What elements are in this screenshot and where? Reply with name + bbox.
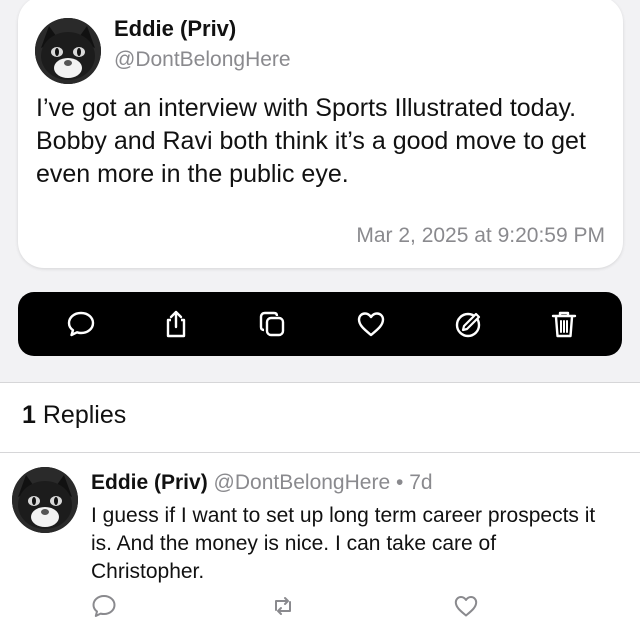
delete-button[interactable] xyxy=(546,306,582,342)
replies-divider xyxy=(0,452,640,453)
reply-display-name[interactable]: Eddie (Priv) xyxy=(91,471,208,494)
copy-button[interactable] xyxy=(254,306,290,342)
post-body: I’ve got an interview with Sports Illust… xyxy=(36,94,586,188)
post-timestamp: Mar 2, 2025 at 9:20:59 PM xyxy=(356,224,605,247)
avatar[interactable] xyxy=(35,18,101,84)
copy-icon xyxy=(259,311,285,337)
like-icon xyxy=(357,312,385,337)
reply-handle[interactable]: @DontBelongHere xyxy=(214,471,391,494)
post-action-bar xyxy=(18,292,622,356)
like-icon xyxy=(454,596,478,617)
reply-body: I guess if I want to set up long term ca… xyxy=(91,504,596,583)
replies-label: Replies xyxy=(42,401,127,429)
reply-meta: Eddie (Priv) @DontBelongHere • 7d xyxy=(91,471,433,495)
replies-header: 1 Replies xyxy=(22,401,126,430)
post-display-name[interactable]: Eddie (Priv) xyxy=(114,16,236,42)
comment-icon xyxy=(67,311,95,337)
repost-icon xyxy=(275,597,291,615)
edit-icon xyxy=(455,312,481,338)
share-button[interactable] xyxy=(158,306,194,342)
tuxedo-cat-avatar-icon xyxy=(12,467,78,533)
section-divider xyxy=(0,382,640,383)
reply-like-button[interactable] xyxy=(453,593,483,623)
like-button[interactable] xyxy=(353,306,389,342)
comment-button[interactable] xyxy=(63,306,99,342)
reply-separator: • xyxy=(395,471,404,494)
avatar[interactable] xyxy=(12,467,78,533)
reply-age: 7d xyxy=(409,471,433,494)
reply-button[interactable] xyxy=(91,593,121,623)
delete-icon xyxy=(551,311,577,338)
reply-icon xyxy=(92,595,116,617)
repost-button[interactable] xyxy=(270,593,300,623)
post-card: Eddie (Priv) @DontBelongHere I’ve got an… xyxy=(18,0,623,268)
share-icon xyxy=(166,310,186,338)
replies-count: 1 xyxy=(22,401,36,429)
post-handle[interactable]: @DontBelongHere xyxy=(114,48,291,72)
tuxedo-cat-avatar-icon xyxy=(35,18,101,84)
edit-button[interactable] xyxy=(450,306,486,342)
